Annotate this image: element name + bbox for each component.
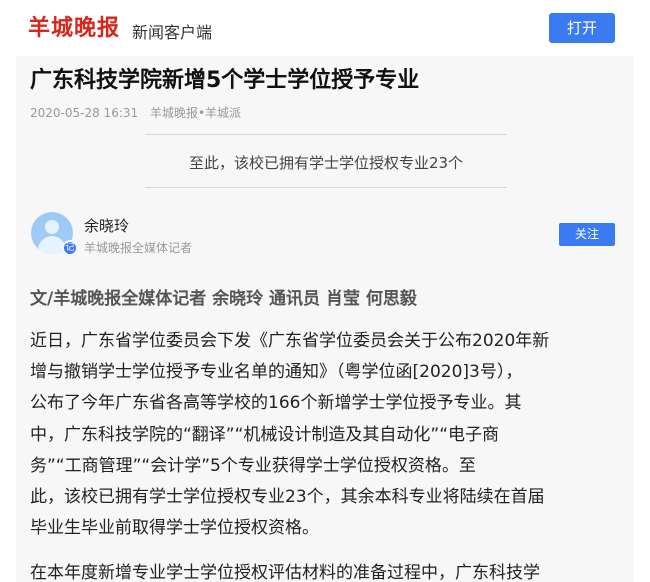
- article-byline: 文/羊城晚报全媒体记者 余晓玲 通讯员 肖莹 何思毅: [30, 289, 417, 309]
- paragraph-line: 务”“工商管理”“会计学”5个专业获得学士学位授权资格。至: [30, 455, 476, 476]
- open-app-button[interactable]: 打开: [549, 13, 615, 43]
- paragraph-line: 公布了今年广东省各高等学校的166个新增学士学位授予专业。其: [30, 393, 522, 414]
- publish-date: 2020-05-28 16:31: [30, 106, 139, 120]
- author-role: 羊城晚报全媒体记者: [84, 241, 193, 255]
- article-source: 羊城晚报•羊城派: [149, 106, 242, 120]
- paragraph-line: 此，该校已拥有学士学位授权专业23个，其余本科专业将陆续在首届: [30, 486, 545, 507]
- verified-badge-icon: 记: [62, 240, 78, 256]
- top-bar: 羊城晚报 新闻客户端 打开: [0, 0, 650, 56]
- article-paragraph-1: 近日，广东省学位委员会下发《广东省学位委员会关于公布2020年新 增与撤销学士学…: [30, 326, 620, 544]
- article-meta: 2020-05-28 16:31 羊城晚报•羊城派: [30, 104, 249, 121]
- article-title: 广东科技学院新增5个学士学位授予专业: [30, 68, 420, 93]
- app-name: 新闻客户端: [132, 23, 213, 42]
- article-summary: 至此，该校已拥有学士学位授权专业23个: [188, 154, 464, 172]
- paragraph-line: 中，广东科技学院的“翻译”“机械设计制造及其自动化”“电子商: [30, 424, 500, 445]
- follow-button[interactable]: 关注: [559, 223, 615, 246]
- avatar-head-shape: [45, 220, 59, 234]
- article-paragraph-2: 在本年度新增专业学士学位授权评估材料的准备过程中，广东科技学: [30, 563, 540, 582]
- summary-divider-bottom: [145, 187, 507, 188]
- paragraph-line: 增与撤销学士学位授予专业名单的通知》（粤学位函[2020]3号），: [30, 362, 523, 383]
- brand-logo: 羊城晚报: [28, 15, 121, 41]
- author-name[interactable]: 余晓玲: [84, 215, 129, 236]
- summary-divider-top: [145, 134, 507, 135]
- paragraph-line: 毕业生毕业前取得学士学位授权资格。: [30, 518, 319, 539]
- paragraph-line: 近日，广东省学位委员会下发《广东省学位委员会关于公布2020年新: [30, 331, 550, 351]
